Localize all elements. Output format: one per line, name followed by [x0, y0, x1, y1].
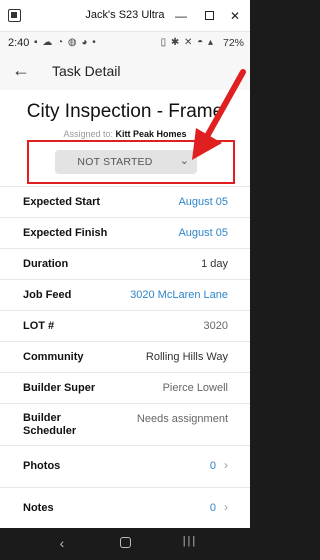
builder-scheduler-value: Needs assignment: [136, 413, 228, 425]
assigned-company: Kitt Peak Homes: [115, 129, 187, 139]
chevron-right-icon: ›: [224, 458, 228, 472]
row-builder-scheduler: Builder Scheduler Needs assignment: [0, 403, 250, 445]
row-community: Community Rolling Hills Way: [0, 341, 250, 372]
expected-finish-value[interactable]: August 05: [178, 227, 228, 239]
status-bar: 2:40 ▪ ☁ ◔ ◍ ◕ • ▯ ✱ ✕ ◓ ▴ 72%: [0, 32, 250, 54]
expected-finish-label: Expected Finish: [23, 227, 108, 239]
nav-home-button[interactable]: [113, 535, 137, 551]
system-status-icons: ▯ ✱ ✕ ◓ ▴: [160, 37, 214, 48]
row-expected-start[interactable]: Expected Start August 05: [0, 186, 250, 217]
builder-super-value: Pierce Lowell: [162, 382, 228, 394]
task-title: City Inspection - Frame: [26, 101, 224, 122]
home-icon: [119, 537, 131, 548]
row-builder-super: Builder Super Pierce Lowell: [0, 372, 250, 403]
close-button[interactable]: ✕: [224, 6, 246, 26]
lot-label: LOT #: [23, 320, 55, 332]
duration-label: Duration: [23, 258, 69, 270]
expected-start-value[interactable]: August 05: [178, 196, 228, 208]
community-label: Community: [23, 351, 84, 363]
android-nav-bar: ‹ |||: [0, 528, 250, 560]
builder-super-label: Builder Super: [23, 382, 96, 394]
lot-value: 3020: [203, 320, 228, 332]
nav-recent-apps-icon[interactable]: |||: [178, 535, 202, 547]
notification-icons: ▪ ☁ ◔ ◍ ◕ •: [34, 37, 97, 48]
task-detail-content: City Inspection - Frame Assigned to: Kit…: [0, 90, 250, 528]
back-arrow-icon[interactable]: ←: [12, 60, 30, 81]
notes-label: Notes: [23, 502, 54, 514]
job-feed-label: Job Feed: [23, 289, 72, 301]
row-expected-finish[interactable]: Expected Finish August 05: [0, 217, 250, 248]
duration-value: 1 day: [201, 258, 228, 270]
photos-label: Photos: [23, 460, 61, 472]
annotation-highlight-box: [27, 140, 235, 184]
window-title-bar: Jack's S23 Ultra — ✕: [0, 0, 250, 32]
maximize-button[interactable]: [198, 6, 220, 26]
page-title: Task Detail: [52, 63, 121, 79]
job-feed-link[interactable]: 3020 McLaren Lane: [130, 289, 228, 301]
row-job-feed[interactable]: Job Feed 3020 McLaren Lane: [0, 279, 250, 310]
assigned-prefix: Assigned to:: [63, 129, 113, 139]
nav-back-icon[interactable]: ‹: [50, 535, 74, 551]
maximize-icon: [204, 11, 214, 20]
community-value: Rolling Hills Way: [145, 351, 228, 363]
row-duration: Duration 1 day: [0, 248, 250, 279]
task-detail-list: Expected Start August 05 Expected Finish…: [0, 186, 250, 529]
chevron-right-icon: ›: [224, 500, 228, 514]
app-header: ← Task Detail: [0, 54, 250, 90]
battery-level: 72%: [222, 37, 244, 49]
photos-count: 0: [209, 460, 216, 472]
expected-start-label: Expected Start: [23, 196, 101, 208]
status-time: 2:40: [8, 37, 30, 49]
row-photos[interactable]: Photos 0 ›: [0, 445, 250, 487]
assigned-to: Assigned to: Kitt Peak Homes: [0, 129, 250, 139]
builder-scheduler-label: Builder Scheduler: [23, 412, 77, 437]
minimize-button[interactable]: —: [170, 6, 192, 26]
notes-count: 0: [209, 502, 216, 514]
row-notes[interactable]: Notes 0 ›: [0, 487, 250, 529]
row-lot: LOT # 3020: [0, 310, 250, 341]
